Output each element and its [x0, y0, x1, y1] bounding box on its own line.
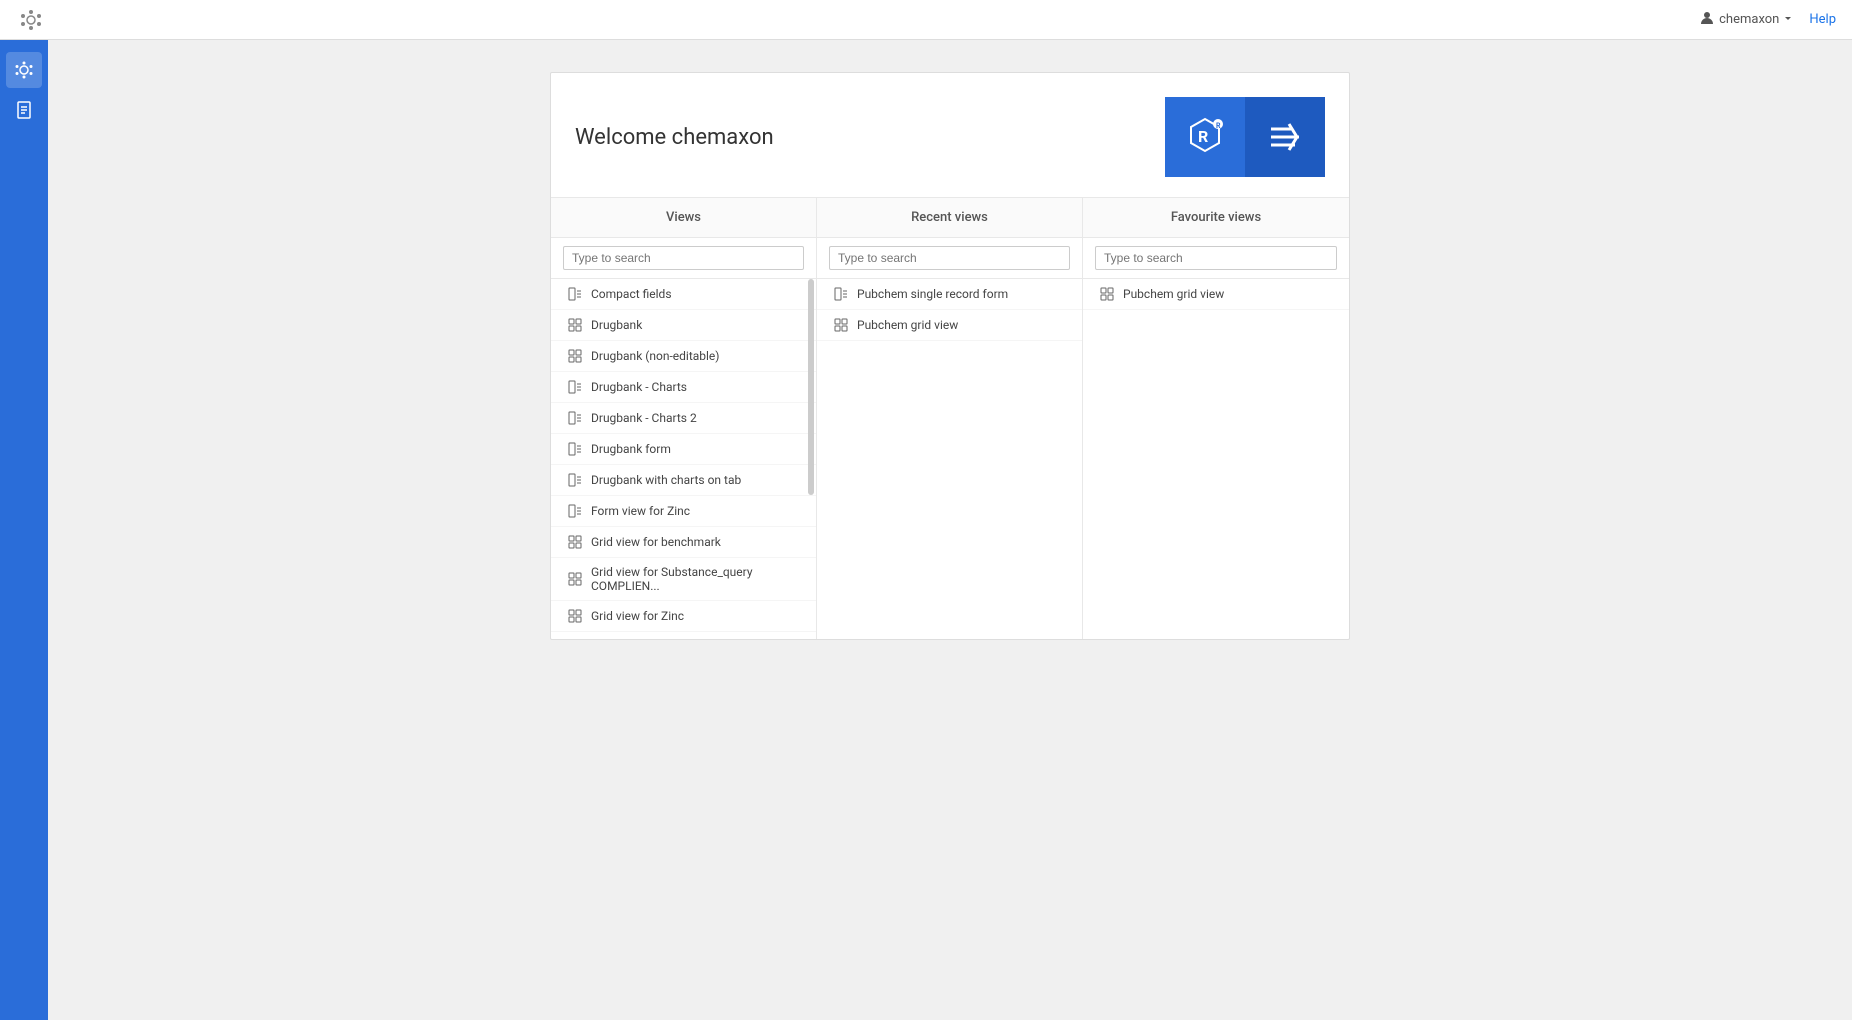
views-column-header: Views	[551, 198, 816, 238]
app-logo[interactable]	[16, 5, 46, 35]
sidebar-item-home[interactable]	[6, 52, 42, 88]
list-item[interactable]: Pubchem grid view	[1083, 279, 1349, 310]
form-view-icon	[567, 286, 583, 302]
list-item[interactable]: Grid view for Zinc	[551, 601, 816, 632]
standardizer-icon-box[interactable]	[1245, 97, 1325, 177]
view-item-label: Form view for Zinc	[591, 504, 690, 518]
favourite-search-input[interactable]	[1095, 246, 1337, 270]
scroll-indicator	[808, 279, 814, 495]
view-item-label: Pubchem single record form	[857, 287, 1008, 301]
reactor-icon-box[interactable]: R R	[1165, 97, 1245, 177]
list-item[interactable]: Form view for Zinc	[551, 496, 816, 527]
form-view-icon	[567, 503, 583, 519]
grid-view-icon	[1099, 286, 1115, 302]
view-item-label: Drugbank	[591, 318, 642, 332]
grid-view-icon	[833, 317, 849, 333]
main-content: Welcome chemaxon R R	[48, 40, 1852, 1020]
user-label: chemaxon	[1719, 12, 1779, 27]
favourite-search-container	[1083, 238, 1349, 279]
recent-list: Pubchem single record form Pubchem grid …	[817, 279, 1082, 639]
view-item-label: Drugbank (non-editable)	[591, 349, 719, 363]
views-grid: Views Compact fields Drugbank Drugbank (…	[551, 198, 1349, 639]
sidebar-item-document[interactable]	[6, 92, 42, 128]
view-item-label: Compact fields	[591, 287, 672, 301]
view-item-label: Grid view for benchmark	[591, 535, 721, 549]
welcome-icons: R R	[1165, 97, 1325, 177]
form-view-icon	[567, 379, 583, 395]
view-item-label: Pubchem grid view	[857, 318, 958, 332]
views-search-container	[551, 238, 816, 279]
topbar-left	[16, 5, 46, 35]
grid-view-icon	[567, 317, 583, 333]
person-icon	[1699, 10, 1715, 30]
topbar: chemaxon Help	[0, 0, 1852, 40]
list-item[interactable]: Drugbank (non-editable)	[551, 341, 816, 372]
grid-view-icon	[567, 608, 583, 624]
views-column-views: Views Compact fields Drugbank Drugbank (…	[551, 198, 817, 639]
view-item-label: Drugbank with charts on tab	[591, 473, 741, 487]
recent-search-container	[817, 238, 1082, 279]
view-item-label: Grid view for Zinc	[591, 609, 684, 623]
view-item-label: Drugbank - Charts	[591, 380, 687, 394]
favourite-column-header: Favourite views	[1083, 198, 1349, 238]
view-item-label: Grid view for Substance_query COMPLIEN..…	[591, 565, 800, 593]
list-item[interactable]: Grid view for benchmark	[551, 527, 816, 558]
user-menu[interactable]: chemaxon	[1699, 10, 1793, 30]
grid-view-icon	[567, 534, 583, 550]
list-item[interactable]: Compact fields	[551, 279, 816, 310]
welcome-header: Welcome chemaxon R R	[551, 73, 1349, 198]
view-item-label: Drugbank form	[591, 442, 671, 456]
views-list: Compact fields Drugbank Drugbank (non-ed…	[551, 279, 816, 639]
list-item[interactable]: Drugbank - Charts 2	[551, 403, 816, 434]
list-item[interactable]: Drugbank	[551, 310, 816, 341]
recent-column-header: Recent views	[817, 198, 1082, 238]
list-item[interactable]: Drugbank with charts on tab	[551, 465, 816, 496]
chevron-down-icon	[1783, 12, 1793, 27]
help-link[interactable]: Help	[1809, 12, 1836, 27]
grid-view-icon	[567, 571, 583, 587]
views-column-recent: Recent views Pubchem single record form …	[817, 198, 1083, 639]
views-column-favourite: Favourite views Pubchem grid view	[1083, 198, 1349, 639]
recent-search-input[interactable]	[829, 246, 1070, 270]
views-search-input[interactable]	[563, 246, 804, 270]
topbar-right: chemaxon Help	[1699, 10, 1836, 30]
welcome-title: Welcome chemaxon	[575, 125, 774, 150]
form-view-icon	[567, 410, 583, 426]
svg-text:R: R	[1216, 122, 1221, 130]
list-item[interactable]: Drugbank - Charts	[551, 372, 816, 403]
favourite-list: Pubchem grid view	[1083, 279, 1349, 639]
form-view-icon	[833, 286, 849, 302]
form-view-icon	[567, 472, 583, 488]
svg-text:R: R	[1198, 127, 1208, 146]
form-view-icon	[567, 441, 583, 457]
view-item-label: Pubchem grid view	[1123, 287, 1224, 301]
list-item[interactable]: hivPR form	[551, 632, 816, 639]
list-item[interactable]: Pubchem grid view	[817, 310, 1082, 341]
list-item[interactable]: Grid view for Substance_query COMPLIEN..…	[551, 558, 816, 601]
sidebar	[0, 40, 48, 1020]
list-item[interactable]: Pubchem single record form	[817, 279, 1082, 310]
grid-view-icon	[567, 348, 583, 364]
welcome-panel: Welcome chemaxon R R	[550, 72, 1350, 640]
list-item[interactable]: Drugbank form	[551, 434, 816, 465]
view-item-label: Drugbank - Charts 2	[591, 411, 697, 425]
